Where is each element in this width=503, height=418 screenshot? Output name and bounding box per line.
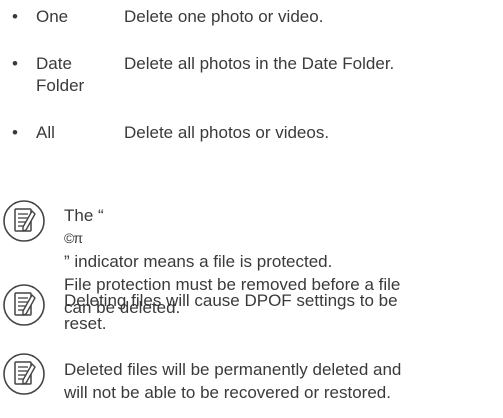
bullet: • [12,7,18,26]
note-icon [3,200,45,242]
note-line: Deleting files will cause DPOF settings … [64,291,398,310]
bullet: • [12,54,18,73]
delete-options-document: • One Delete one photo or video. • Date … [0,0,503,418]
option-term-line: One [36,7,69,26]
note-line: will not be able to be recovered or rest… [64,383,391,402]
option-description: Delete all photos or videos. [124,123,330,142]
bullet: • [12,123,18,142]
option-description: Delete all photos in the Date Folder. [124,54,395,73]
note-line: reset. [64,314,107,333]
note-line: The “ ©π ” indicator means a file is prot… [64,204,500,273]
note-line: Deleted files will be permanently delete… [64,360,402,379]
option-term: One [36,6,116,28]
option-term: All [36,122,116,144]
note-icon [3,284,45,326]
note-text: Deleting files will cause DPOF settings … [64,289,500,335]
option-term-line: Folder [36,76,85,95]
note-text: Deleted files will be permanently delete… [64,358,500,404]
protect-icon: ©π [64,230,83,246]
option-term-line: Date [36,54,72,73]
option-description: Delete one photo or video. [124,7,324,26]
option-term-line: All [36,123,55,142]
note-text-fragment: The “ [64,206,104,225]
option-term: Date Folder [36,53,116,97]
note-text-fragment: ” indicator means a file is protected. [64,252,333,271]
note-icon [3,353,45,395]
